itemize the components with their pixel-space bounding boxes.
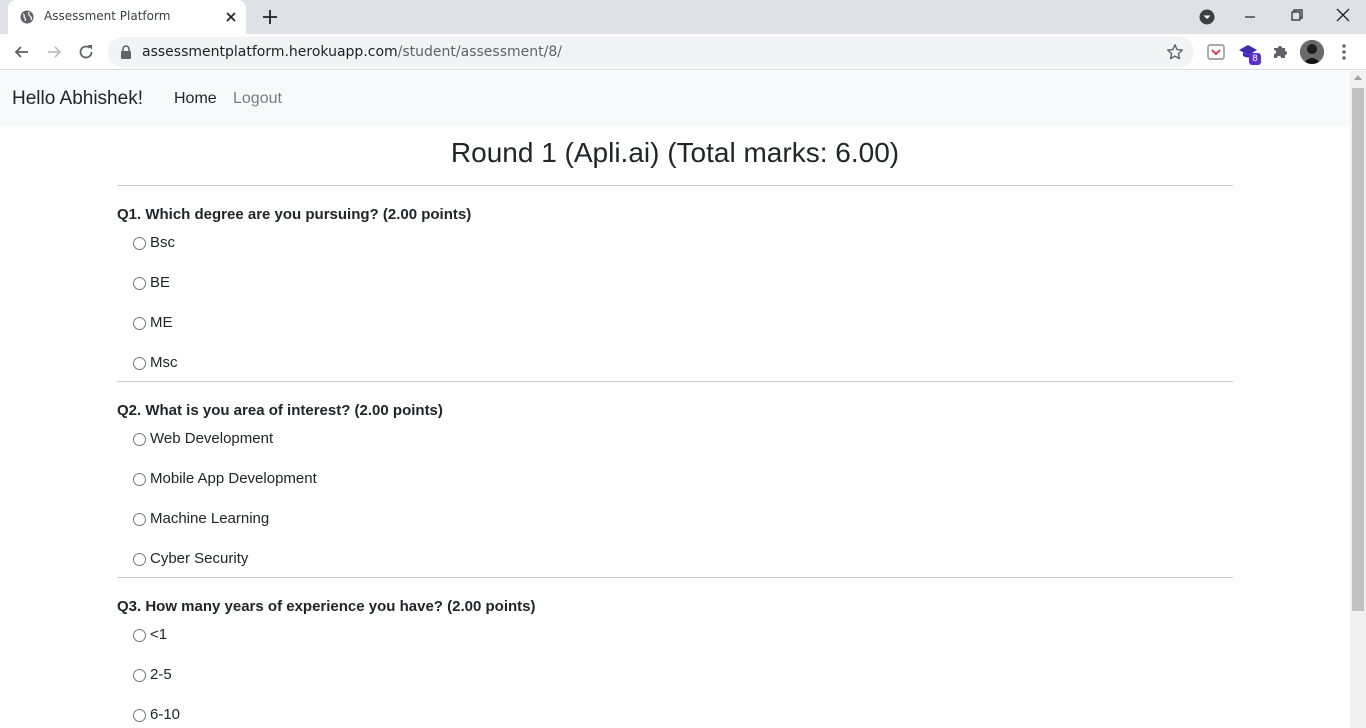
new-tab-icon[interactable] <box>261 8 279 26</box>
tab-title: Assessment Platform <box>44 9 171 23</box>
nav-link-home[interactable]: Home <box>174 90 217 108</box>
answer-option[interactable]: Msc <box>117 353 1233 381</box>
option-label[interactable]: Cyber Security <box>150 549 248 569</box>
browser-menu-icon[interactable] <box>1336 42 1352 62</box>
person-icon <box>1300 40 1324 64</box>
extension-badge: 8 <box>1249 53 1261 65</box>
answer-option[interactable]: Cyber Security <box>117 549 1233 577</box>
browser-toolbar: assessmentplatform.herokuapp.com/student… <box>0 34 1366 70</box>
page-title: Round 1 (Apli.ai) (Total marks: 6.00) <box>450 137 900 168</box>
radio-button[interactable] <box>133 277 146 290</box>
window-close-icon[interactable] <box>1335 7 1351 23</box>
question-3: Q3. How many years of experience you hav… <box>117 597 1233 728</box>
radio-button[interactable] <box>133 629 146 642</box>
profile-avatar[interactable] <box>1300 40 1324 64</box>
radio-button[interactable] <box>133 433 146 446</box>
radio-button[interactable] <box>133 513 146 526</box>
pocket-extension-icon[interactable] <box>1206 42 1226 62</box>
radio-button[interactable] <box>133 237 146 250</box>
back-icon[interactable] <box>12 42 32 62</box>
question-1: Q1. Which degree are you pursuing? (2.00… <box>117 205 1233 381</box>
question-text: Q2. What is you area of interest? (2.00 … <box>117 402 443 419</box>
nav-link-logout[interactable]: Logout <box>233 90 282 108</box>
minimize-icon[interactable] <box>1242 9 1258 25</box>
question-text: Q1. Which degree are you pursuing? (2.00… <box>117 206 472 223</box>
bookmark-star-icon[interactable] <box>1166 43 1184 61</box>
option-label[interactable]: Web Development <box>150 429 273 449</box>
option-label[interactable]: 2-5 <box>150 665 172 685</box>
site-navbar: Hello Abhishek! Home Logout <box>0 71 1350 127</box>
answer-option[interactable]: Machine Learning <box>117 509 1233 549</box>
lock-icon[interactable] <box>120 45 132 59</box>
divider <box>117 381 1233 382</box>
question-2: Q2. What is you area of interest? (2.00 … <box>117 401 1233 577</box>
assessment-container: Round 1 (Apli.ai) (Total marks: 6.00) Q1… <box>117 127 1233 728</box>
radio-button[interactable] <box>133 317 146 330</box>
url-text: assessmentplatform.herokuapp.com/student… <box>142 44 562 60</box>
globe-icon <box>20 10 34 24</box>
radio-button[interactable] <box>133 357 146 370</box>
restore-icon[interactable] <box>1289 7 1305 23</box>
option-label[interactable]: BE <box>150 273 170 293</box>
answer-option[interactable]: 2-5 <box>117 665 1233 705</box>
tab-strip: Assessment Platform <box>0 0 1366 34</box>
divider <box>117 577 1233 578</box>
address-bar[interactable]: assessmentplatform.herokuapp.com/student… <box>108 37 1194 67</box>
reload-icon[interactable] <box>76 42 96 62</box>
answer-option[interactable]: 6-10 <box>117 705 1233 728</box>
option-label[interactable]: <1 <box>150 625 167 645</box>
scroll-up-arrow-icon[interactable] <box>1354 75 1362 80</box>
scrollbar-thumb[interactable] <box>1352 88 1364 611</box>
radio-button[interactable] <box>133 709 146 722</box>
answer-option[interactable]: BE <box>117 273 1233 313</box>
answer-option[interactable]: Web Development <box>117 429 1233 469</box>
option-label[interactable]: ME <box>150 313 173 333</box>
answer-option[interactable]: <1 <box>117 625 1233 665</box>
option-label[interactable]: Bsc <box>150 233 175 253</box>
puzzle-extensions-icon[interactable] <box>1270 42 1290 62</box>
divider <box>117 185 1233 186</box>
url-host: assessmentplatform.herokuapp.com <box>142 44 398 60</box>
extension-badge-button[interactable]: 8 <box>1238 42 1261 65</box>
page-viewport: Hello Abhishek! Home Logout Round 1 (Apl… <box>0 71 1350 728</box>
answer-option[interactable]: ME <box>117 313 1233 353</box>
url-path: /student/assessment/8/ <box>397 44 562 60</box>
tab-search-icon[interactable] <box>1199 9 1215 25</box>
browser-tab[interactable]: Assessment Platform <box>8 0 246 34</box>
radio-button[interactable] <box>133 553 146 566</box>
option-label[interactable]: Mobile App Development <box>150 469 317 489</box>
answer-option[interactable]: Mobile App Development <box>117 469 1233 509</box>
option-label[interactable]: 6-10 <box>150 705 180 725</box>
option-label[interactable]: Machine Learning <box>150 509 269 529</box>
answer-option[interactable]: Bsc <box>117 233 1233 273</box>
forward-icon[interactable] <box>44 42 64 62</box>
navbar-brand[interactable]: Hello Abhishek! <box>12 88 143 110</box>
question-text: Q3. How many years of experience you hav… <box>117 598 536 615</box>
close-tab-icon[interactable] <box>224 10 238 24</box>
vertical-scrollbar[interactable] <box>1350 71 1366 728</box>
radio-button[interactable] <box>133 669 146 682</box>
option-label[interactable]: Msc <box>150 353 178 373</box>
radio-button[interactable] <box>133 473 146 486</box>
